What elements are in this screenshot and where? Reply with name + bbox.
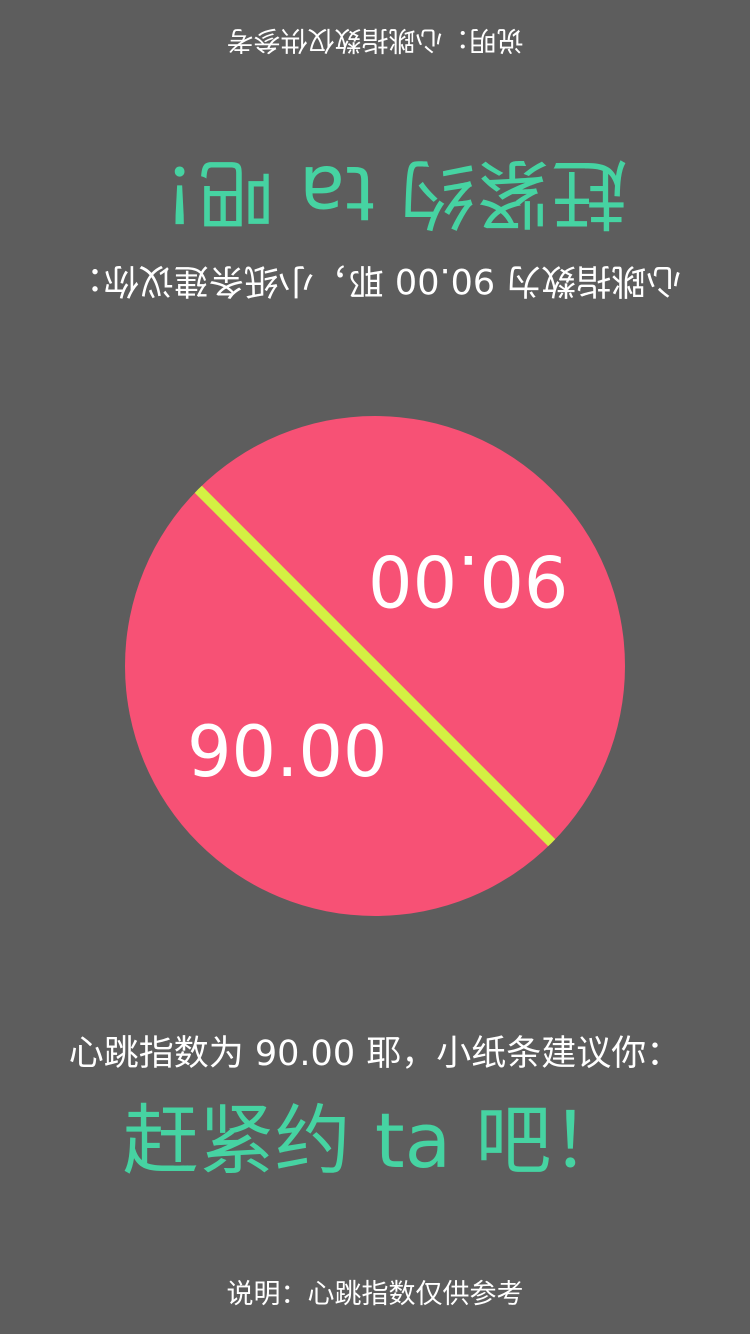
result-message-flipped: 心跳指数为 90.00 耶，小纸条建议你： xyxy=(68,260,682,300)
result-message: 心跳指数为 90.00 耶，小纸条建议你： xyxy=(68,1034,682,1074)
heartbeat-score: 90.00 xyxy=(187,711,388,793)
dial-divider-line xyxy=(173,464,577,868)
call-to-action-flipped: 赶紧约 ta 吧！ xyxy=(122,149,628,238)
call-to-action: 赶紧约 ta 吧！ xyxy=(122,1096,628,1185)
disclaimer-flipped: 说明：心跳指数仅供参考 xyxy=(226,24,524,55)
heartbeat-score-flipped: 90.00 xyxy=(368,539,569,621)
disclaimer: 说明：心跳指数仅供参考 xyxy=(226,1279,524,1310)
heartbeat-score-dial: 90.00 90.00 xyxy=(125,416,625,916)
